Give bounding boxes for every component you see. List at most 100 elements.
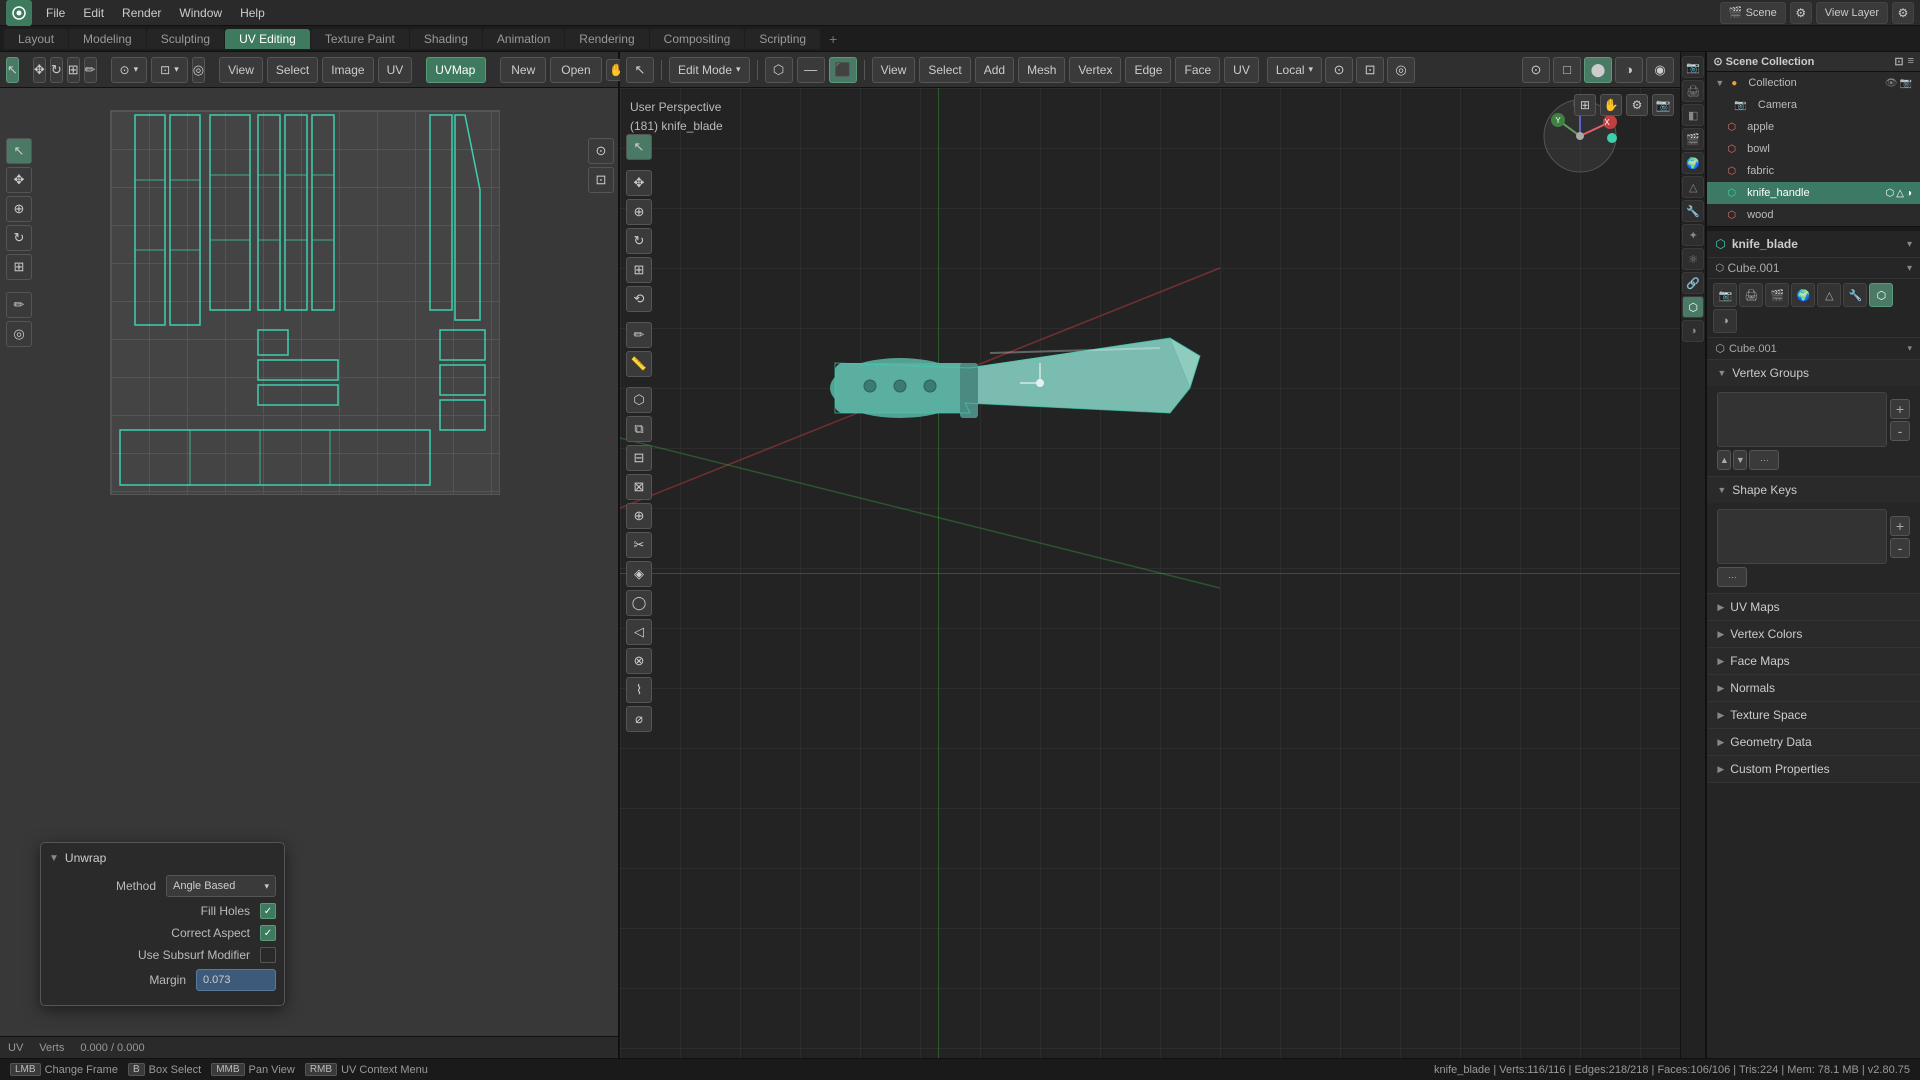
uv-proportional[interactable]: ◎ bbox=[192, 57, 205, 83]
normals-header[interactable]: ▶ Normals bbox=[1707, 675, 1920, 701]
tab-modeling[interactable]: Modeling bbox=[69, 29, 146, 49]
uv-tool-snap[interactable]: ◎ bbox=[6, 321, 32, 347]
prop-icon-physics[interactable]: ⚛ bbox=[1682, 248, 1704, 270]
uv-r-btn1[interactable]: ⊙ bbox=[588, 138, 614, 164]
prop-icon-particles[interactable]: ✦ bbox=[1682, 224, 1704, 246]
vp-tool-select[interactable]: ↖ bbox=[626, 134, 652, 160]
viewport-icon1[interactable]: ⊞ bbox=[1574, 94, 1596, 116]
prop-icon-constraints[interactable]: 🔗 bbox=[1682, 272, 1704, 294]
tab-shading[interactable]: Shading bbox=[410, 29, 482, 49]
vp-tool-shrink[interactable]: ⊗ bbox=[626, 648, 652, 674]
texture-space-header[interactable]: ▶ Texture Space bbox=[1707, 702, 1920, 728]
uv-view-menu[interactable]: View bbox=[219, 57, 263, 83]
menu-file[interactable]: File bbox=[38, 4, 73, 22]
scene-item-knife-handle[interactable]: ⬡ knife_handle ⬡ △ ◑ bbox=[1707, 182, 1920, 204]
prop-icon-scene[interactable]: 🎬 bbox=[1682, 128, 1704, 150]
uv-tool-scale[interactable]: ⊞ bbox=[6, 254, 32, 280]
app-icon[interactable] bbox=[6, 0, 32, 26]
collection-visibility[interactable]: 👁 bbox=[1885, 78, 1898, 89]
filter-icon[interactable]: ⊡ bbox=[1894, 55, 1903, 68]
vp-tool-knife[interactable]: ✂ bbox=[626, 532, 652, 558]
viewport-shading-render[interactable]: ◉ bbox=[1646, 57, 1674, 83]
viewport-tool-select[interactable]: ↖ bbox=[626, 57, 654, 83]
vg-add[interactable]: + bbox=[1890, 399, 1910, 419]
vp-tool-loop-cut[interactable]: ⊕ bbox=[626, 503, 652, 529]
menu-edit[interactable]: Edit bbox=[75, 4, 112, 22]
pi-render[interactable]: 📷 bbox=[1713, 283, 1737, 307]
uv-maps-header[interactable]: ▶ UV Maps bbox=[1707, 594, 1920, 620]
scene-options[interactable]: ⚙ bbox=[1790, 2, 1812, 24]
tab-rendering[interactable]: Rendering bbox=[565, 29, 648, 49]
vp-tool-smooth[interactable]: ◯ bbox=[626, 590, 652, 616]
pi-data[interactable]: ⬡ bbox=[1869, 283, 1893, 307]
face-select-mode[interactable]: ⬛ bbox=[829, 57, 857, 83]
knife-handle-icon1[interactable]: ⬡ bbox=[1886, 188, 1895, 199]
vertex-groups-header[interactable]: ▼ Vertex Groups bbox=[1707, 360, 1920, 386]
menu-help[interactable]: Help bbox=[232, 4, 273, 22]
geometry-data-header[interactable]: ▶ Geometry Data bbox=[1707, 729, 1920, 755]
sk-more[interactable]: ⋯ bbox=[1717, 567, 1747, 587]
viewport-shading-solid[interactable]: ⬤ bbox=[1584, 57, 1612, 83]
view-menu[interactable]: View bbox=[872, 57, 916, 83]
vertex-select-mode[interactable]: ⬡ bbox=[765, 57, 793, 83]
correct-aspect-checkbox[interactable]: ✓ bbox=[260, 925, 276, 941]
vp-tool-transform[interactable]: ⟲ bbox=[626, 286, 652, 312]
vp-tool-poly-build[interactable]: ◈ bbox=[626, 561, 652, 587]
vp-tool-measure[interactable]: 📏 bbox=[626, 351, 652, 377]
edge-select-mode[interactable]: — bbox=[797, 57, 825, 83]
uv-pivot-dropdown[interactable]: ⊙ ▾ bbox=[111, 57, 148, 83]
edge-menu[interactable]: Edge bbox=[1125, 57, 1171, 83]
vg-remove[interactable]: - bbox=[1890, 421, 1910, 441]
vp-tool-rip[interactable]: ⌀ bbox=[626, 706, 652, 732]
vp-tool-move[interactable]: ⊕ bbox=[626, 199, 652, 225]
vp-tool-add[interactable]: ⬡ bbox=[626, 387, 652, 413]
snap-toggle[interactable]: ⊡ bbox=[1356, 57, 1384, 83]
pi-scene[interactable]: 🎬 bbox=[1765, 283, 1789, 307]
view-layer[interactable]: View Layer bbox=[1816, 2, 1888, 24]
prop-icon-modifier[interactable]: 🔧 bbox=[1682, 200, 1704, 222]
vg-more1[interactable]: ▲ bbox=[1717, 450, 1731, 470]
proportional-edit[interactable]: ◎ bbox=[1387, 57, 1415, 83]
view-layer-options[interactable]: ⚙ bbox=[1892, 2, 1914, 24]
vertex-menu[interactable]: Vertex bbox=[1069, 57, 1121, 83]
prop-icon-output[interactable]: 🖨 bbox=[1682, 80, 1704, 102]
vp-tool-scale[interactable]: ⊞ bbox=[626, 257, 652, 283]
vp-tool-shear[interactable]: ⌇ bbox=[626, 677, 652, 703]
tab-compositing[interactable]: Compositing bbox=[650, 29, 745, 49]
new-image-btn[interactable]: New bbox=[500, 57, 546, 83]
custom-properties-header[interactable]: ▶ Custom Properties bbox=[1707, 756, 1920, 782]
vertex-groups-list[interactable] bbox=[1717, 392, 1887, 447]
knife-handle-icon2[interactable]: △ bbox=[1896, 188, 1904, 199]
uv-tool-move[interactable]: ⊕ bbox=[6, 196, 32, 222]
uv-rotate-tool[interactable]: ↻ bbox=[50, 57, 63, 83]
fill-holes-checkbox[interactable]: ✓ bbox=[260, 903, 276, 919]
prop-icon-object[interactable]: △ bbox=[1682, 176, 1704, 198]
open-image-btn[interactable]: Open bbox=[550, 57, 601, 83]
add-workspace-tab[interactable]: + bbox=[821, 28, 845, 50]
knife-handle-icon3[interactable]: ◑ bbox=[1906, 188, 1912, 199]
use-subsurf-checkbox[interactable] bbox=[260, 947, 276, 963]
tab-sculpting[interactable]: Sculpting bbox=[147, 29, 224, 49]
mesh-menu[interactable]: Mesh bbox=[1018, 57, 1065, 83]
scene-item-fabric[interactable]: ⬡ fabric bbox=[1707, 160, 1920, 182]
vp-tool-edge-slide[interactable]: ◁ bbox=[626, 619, 652, 645]
sort-icon[interactable]: ≡ bbox=[1908, 55, 1914, 68]
viewport-canvas[interactable]: User Perspective (181) knife_blade X Y bbox=[620, 88, 1680, 1058]
shape-keys-list[interactable] bbox=[1717, 509, 1887, 564]
transform-orientation[interactable]: Local ▾ bbox=[1267, 57, 1322, 83]
prop-icon-world[interactable]: 🌍 bbox=[1682, 152, 1704, 174]
viewport-shading-wire[interactable]: □ bbox=[1553, 57, 1581, 83]
prop-icon-data[interactable]: ⬡ bbox=[1682, 296, 1704, 318]
face-menu[interactable]: Face bbox=[1175, 57, 1220, 83]
collection-render[interactable]: 📷 bbox=[1900, 78, 1912, 89]
margin-value[interactable]: 0.073 bbox=[196, 969, 276, 991]
method-dropdown[interactable]: Angle Based ▾ bbox=[166, 875, 276, 897]
uv-tool-cursor[interactable]: ✥ bbox=[6, 167, 32, 193]
pi-modifier[interactable]: 🔧 bbox=[1843, 283, 1867, 307]
viewport-shading-material[interactable]: ◑ bbox=[1615, 57, 1643, 83]
viewport-icon2[interactable]: ✋ bbox=[1600, 94, 1622, 116]
vp-tool-annotate[interactable]: ✏ bbox=[626, 322, 652, 348]
uv-annotate-tool[interactable]: ✏ bbox=[84, 57, 97, 83]
add-menu[interactable]: Add bbox=[975, 57, 1014, 83]
uvmap-selector[interactable]: UVMap bbox=[426, 57, 486, 83]
